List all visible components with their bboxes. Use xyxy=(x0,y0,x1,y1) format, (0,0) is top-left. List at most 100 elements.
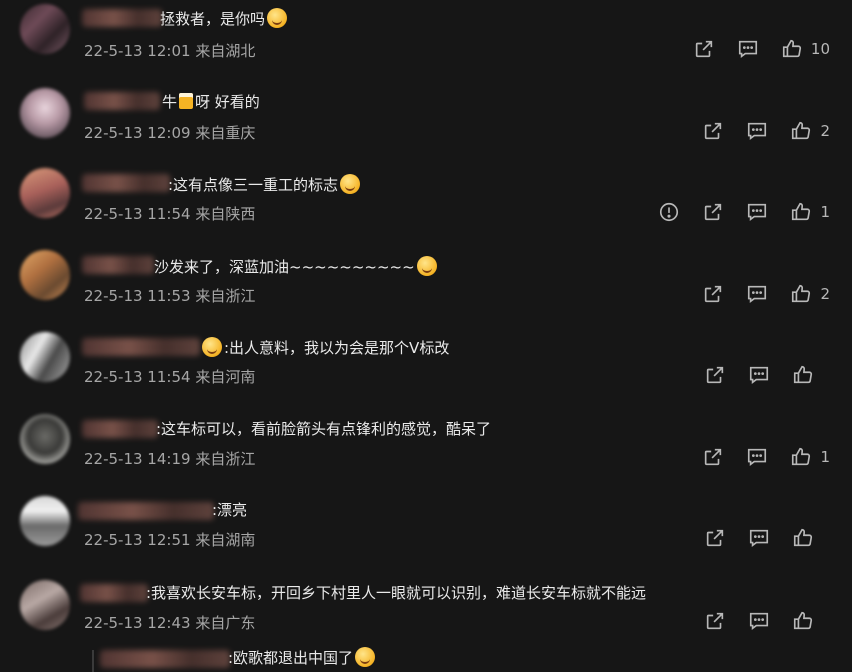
share-button[interactable] xyxy=(704,527,726,549)
reply-button[interactable] xyxy=(748,610,770,632)
share-icon xyxy=(706,366,724,384)
share-icon xyxy=(706,612,724,630)
share-button[interactable] xyxy=(704,364,726,386)
like-button[interactable]: 10 xyxy=(781,38,830,60)
reply-thread-line xyxy=(92,650,94,672)
comment-icon xyxy=(748,285,767,303)
thumb-up-icon xyxy=(782,39,801,58)
comment-location: 来自湖北 xyxy=(195,42,256,60)
beer-emoji-icon xyxy=(179,93,194,109)
comment-item: 沙发来了，深蓝加油~~~~~~~~~~ 22-5-13 11:53 来自浙江 2 xyxy=(0,246,852,328)
reply-button[interactable] xyxy=(737,38,759,60)
comment-icon xyxy=(749,529,769,547)
avatar[interactable] xyxy=(20,250,70,300)
comment-actions xyxy=(682,609,830,633)
comment-list: 拯救者，是你吗 22-5-13 12:01 来自湖北 10 牛呀 好看的 22-… xyxy=(0,0,852,672)
like-button[interactable]: 2 xyxy=(790,283,830,305)
comment-actions: 2 xyxy=(680,119,830,143)
comment-meta: 22-5-13 14:19 来自浙江 xyxy=(84,450,256,468)
thumb-up-icon xyxy=(792,284,811,303)
like-count: 10 xyxy=(810,40,830,58)
username-blurred[interactable] xyxy=(82,338,200,356)
reply-button[interactable] xyxy=(748,527,770,549)
reply-button[interactable] xyxy=(746,283,768,305)
smile-emoji-icon xyxy=(355,647,376,667)
comment-icon xyxy=(748,448,767,466)
share-button[interactable] xyxy=(702,120,724,142)
avatar[interactable] xyxy=(20,88,70,138)
avatar[interactable] xyxy=(20,168,70,218)
comment-item: :这车标可以，看前脸箭头有点锋利的感觉，酷呆了 22-5-13 14:19 来自… xyxy=(0,410,852,492)
share-icon xyxy=(705,285,722,303)
comment-text: 沙发来了，深蓝加油~~~~~~~~~~ xyxy=(154,256,437,277)
laugh-emoji-icon xyxy=(416,256,437,276)
comment-item: :漂亮 22-5-13 12:51 来自湖南 xyxy=(0,492,852,574)
reply-username-blurred[interactable] xyxy=(100,650,230,668)
comment-text: :出人意料，我以为会是那个V标改 xyxy=(202,337,449,358)
username-blurred[interactable] xyxy=(82,174,170,192)
like-button[interactable] xyxy=(792,610,830,632)
report-icon xyxy=(660,202,679,222)
comment-item: 牛呀 好看的 22-5-13 12:09 来自重庆 2 xyxy=(0,82,852,164)
reply-button[interactable] xyxy=(748,364,770,386)
avatar[interactable] xyxy=(20,4,70,54)
username-blurred[interactable] xyxy=(80,584,148,602)
reply-text: :欧歌都退出中国了 xyxy=(228,647,376,668)
comment-text: :我喜欢长安车标，开回乡下村里人一眼就可以识别，难道长安车标就不能远 xyxy=(146,584,647,602)
share-button[interactable] xyxy=(704,610,726,632)
username-blurred[interactable] xyxy=(84,92,160,110)
avatar[interactable] xyxy=(20,332,70,382)
comment-meta: 22-5-13 12:51 来自湖南 xyxy=(84,531,256,549)
comment-actions: 1 xyxy=(636,200,830,224)
share-button[interactable] xyxy=(702,446,724,468)
like-button[interactable] xyxy=(792,364,830,386)
reply-button[interactable] xyxy=(746,120,768,142)
like-button[interactable]: 1 xyxy=(790,201,830,223)
thumb-up-icon xyxy=(792,121,811,140)
share-icon xyxy=(706,529,724,547)
share-button[interactable] xyxy=(702,201,724,223)
comment-icon xyxy=(748,203,767,221)
comment-item: :出人意料，我以为会是那个V标改 22-5-13 11:54 来自河南 xyxy=(0,328,852,410)
comment-icon xyxy=(749,612,769,630)
reply-button[interactable] xyxy=(746,446,768,468)
comment-actions: 2 xyxy=(680,282,830,306)
share-icon xyxy=(695,40,713,58)
username-blurred[interactable] xyxy=(82,420,158,438)
comment-meta: 22-5-13 11:53 来自浙江 xyxy=(84,287,256,305)
comment-actions: 10 xyxy=(671,37,830,61)
love-emoji-icon xyxy=(202,337,222,357)
comment-item: 拯救者，是你吗 22-5-13 12:01 来自湖北 10 xyxy=(0,0,852,82)
comment-text: :这有点像三一重工的标志 xyxy=(168,174,361,195)
like-button[interactable]: 1 xyxy=(790,446,830,468)
avatar[interactable] xyxy=(20,580,70,630)
comment-meta: 22-5-13 11:54 来自河南 xyxy=(84,368,256,386)
thumb-up-icon xyxy=(793,611,813,630)
comment-text: :漂亮 xyxy=(212,501,248,519)
share-button[interactable] xyxy=(702,283,724,305)
username-blurred[interactable] xyxy=(82,256,154,274)
comment-meta: 22-5-13 12:09 来自重庆 xyxy=(84,124,256,142)
share-icon xyxy=(705,122,722,140)
text-fade-overlay xyxy=(662,583,752,605)
comment-text: 牛呀 好看的 xyxy=(162,93,260,111)
comment-icon xyxy=(748,122,767,140)
comment-text: 拯救者，是你吗 xyxy=(160,8,288,29)
thumb-up-icon xyxy=(793,528,813,547)
avatar[interactable] xyxy=(20,496,70,546)
comment-icon xyxy=(738,40,757,58)
report-button[interactable] xyxy=(658,201,680,223)
share-icon xyxy=(705,448,722,466)
smile-emoji-icon xyxy=(267,8,288,28)
comment-actions xyxy=(682,526,830,550)
username-blurred[interactable] xyxy=(82,9,162,27)
like-button[interactable] xyxy=(792,527,830,549)
comment-actions: 1 xyxy=(680,445,830,469)
username-blurred[interactable] xyxy=(78,502,214,520)
like-button[interactable]: 2 xyxy=(790,120,830,142)
comment-meta: 22-5-13 11:54 来自陕西 xyxy=(84,205,256,223)
avatar[interactable] xyxy=(20,414,70,464)
tongue-emoji-icon xyxy=(340,174,361,194)
reply-button[interactable] xyxy=(746,201,768,223)
share-button[interactable] xyxy=(693,38,715,60)
